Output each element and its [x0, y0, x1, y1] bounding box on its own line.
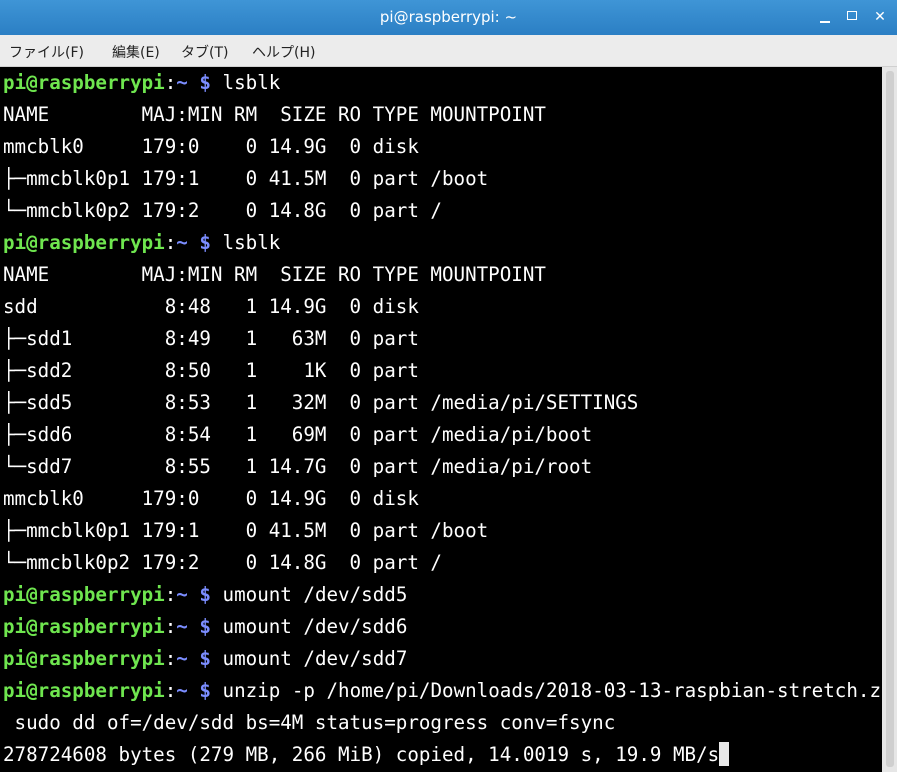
command-text: umount /dev/sdd5	[210, 583, 408, 606]
scrollbar[interactable]	[882, 67, 897, 772]
output-line: └─sdd7 8:55 1 14.7G 0 part /media/pi/roo…	[3, 451, 592, 483]
maximize-icon	[847, 11, 857, 20]
output-line: ├─sdd2 8:50 1 1K 0 part	[3, 355, 419, 387]
menu-bar: ファイル(F) 編集(E) タブ(T) ヘルプ(H)	[0, 35, 897, 67]
prompt-dir: ~	[176, 679, 188, 702]
prompt-user-host: pi@raspberrypi	[3, 583, 165, 606]
prompt-symbol: $	[199, 679, 211, 702]
minimize-icon	[820, 21, 830, 23]
prompt-user-host: pi@raspberrypi	[3, 615, 165, 638]
prompt-user-host: pi@raspberrypi	[3, 647, 165, 670]
command-line: pi@raspberrypi:~ $ lsblk	[3, 227, 280, 259]
output-text: ├─sdd6 8:54 1 69M 0 part /media/pi/boot	[3, 423, 593, 446]
terminal-window: pi@raspberrypi: ~ ✕ ファイル(F) 編集(E) タブ(T) …	[0, 0, 897, 772]
prompt-dir: ~	[176, 647, 188, 670]
output-text: NAME MAJ:MIN RM SIZE RO TYPE MOUNTPOINT	[3, 103, 546, 126]
prompt-colon: :	[164, 231, 177, 254]
command-text: unzip -p /home/pi/Downloads/2018-03-13-r…	[210, 679, 897, 702]
prompt-colon: :	[164, 615, 177, 638]
window-title: pi@raspberrypi: ~	[379, 8, 518, 26]
command-line: pi@raspberrypi:~ $ lsblk	[3, 67, 280, 99]
text-cursor	[719, 742, 730, 766]
output-line: mmcblk0 179:0 0 14.9G 0 disk	[3, 131, 419, 163]
output-text: └─sdd7 8:55 1 14.7G 0 part /media/pi/roo…	[3, 455, 593, 478]
output-text: mmcblk0 179:0 0 14.9G 0 disk	[3, 135, 419, 158]
output-line: NAME MAJ:MIN RM SIZE RO TYPE MOUNTPOINT	[3, 259, 546, 291]
prompt-dir: ~	[176, 615, 188, 638]
minimize-button[interactable]	[818, 10, 832, 24]
maximize-button[interactable]	[846, 10, 860, 24]
prompt-dir: ~	[176, 231, 188, 254]
output-line: NAME MAJ:MIN RM SIZE RO TYPE MOUNTPOINT	[3, 99, 546, 131]
output-text: NAME MAJ:MIN RM SIZE RO TYPE MOUNTPOINT	[3, 263, 546, 286]
command-line: pi@raspberrypi:~ $ umount /dev/sdd6	[3, 611, 407, 643]
output-line: 278724608 bytes (279 MB, 266 MiB) copied…	[3, 739, 730, 771]
menu-tab[interactable]: タブ(T)	[181, 42, 228, 62]
output-line: ├─mmcblk0p1 179:1 0 41.5M 0 part /boot	[3, 515, 488, 547]
prompt-colon: :	[164, 647, 177, 670]
output-text: sudo dd of=/dev/sdd bs=4M status=progres…	[3, 711, 616, 734]
output-line: ├─sdd6 8:54 1 69M 0 part /media/pi/boot	[3, 419, 592, 451]
output-text: ├─sdd2 8:50 1 1K 0 part	[3, 359, 419, 382]
output-line: mmcblk0 179:0 0 14.9G 0 disk	[3, 483, 419, 515]
close-icon: ✕	[874, 9, 886, 25]
output-text: ├─mmcblk0p1 179:1 0 41.5M 0 part /boot	[3, 167, 489, 190]
prompt-colon: :	[164, 71, 177, 94]
output-line: └─mmcblk0p2 179:2 0 14.8G 0 part /	[3, 195, 442, 227]
prompt-symbol: $	[199, 231, 211, 254]
output-text: sdd 8:48 1 14.9G 0 disk	[3, 295, 419, 318]
close-button[interactable]: ✕	[873, 10, 887, 24]
output-text: ├─sdd5 8:53 1 32M 0 part /media/pi/SETTI…	[3, 391, 639, 414]
output-text: 278724608 bytes (279 MB, 266 MiB) copied…	[3, 743, 720, 766]
prompt-symbol: $	[199, 583, 211, 606]
output-text: ├─mmcblk0p1 179:1 0 41.5M 0 part /boot	[3, 519, 489, 542]
output-text: └─mmcblk0p2 179:2 0 14.8G 0 part /	[3, 551, 442, 574]
output-text: └─mmcblk0p2 179:2 0 14.8G 0 part /	[3, 199, 442, 222]
command-text: lsblk	[210, 71, 281, 94]
prompt-dir: ~	[176, 71, 188, 94]
output-line: └─mmcblk0p2 179:2 0 14.8G 0 part /	[3, 547, 442, 579]
command-text: umount /dev/sdd6	[210, 615, 408, 638]
command-text: lsblk	[210, 231, 281, 254]
menu-file[interactable]: ファイル(F)	[9, 42, 84, 62]
output-line: ├─mmcblk0p1 179:1 0 41.5M 0 part /boot	[3, 163, 488, 195]
prompt-colon: :	[164, 679, 177, 702]
scrollbar-thumb[interactable]	[886, 71, 894, 767]
prompt-user-host: pi@raspberrypi	[3, 231, 165, 254]
prompt-user-host: pi@raspberrypi	[3, 71, 165, 94]
output-line: ├─sdd5 8:53 1 32M 0 part /media/pi/SETTI…	[3, 387, 638, 419]
prompt-symbol: $	[199, 647, 211, 670]
command-line: pi@raspberrypi:~ $ umount /dev/sdd7	[3, 643, 407, 675]
prompt-symbol: $	[199, 615, 211, 638]
output-line: ├─sdd1 8:49 1 63M 0 part	[3, 323, 419, 355]
menu-edit[interactable]: 編集(E)	[112, 42, 160, 62]
output-line: sdd 8:48 1 14.9G 0 disk	[3, 291, 419, 323]
command-line: pi@raspberrypi:~ $ umount /dev/sdd5	[3, 579, 407, 611]
command-text: umount /dev/sdd7	[210, 647, 408, 670]
output-line: sudo dd of=/dev/sdd bs=4M status=progres…	[3, 707, 616, 739]
menu-help[interactable]: ヘルプ(H)	[252, 42, 315, 62]
terminal-output[interactable]: pi@raspberrypi:~ $ lsblk NAME MAJ:MIN RM …	[0, 67, 897, 772]
prompt-colon: :	[164, 583, 177, 606]
prompt-symbol: $	[199, 71, 211, 94]
command-line: pi@raspberrypi:~ $ unzip -p /home/pi/Dow…	[3, 675, 897, 707]
output-text: mmcblk0 179:0 0 14.9G 0 disk	[3, 487, 419, 510]
title-bar[interactable]: pi@raspberrypi: ~ ✕	[0, 0, 897, 35]
prompt-user-host: pi@raspberrypi	[3, 679, 165, 702]
prompt-dir: ~	[176, 583, 188, 606]
output-text: ├─sdd1 8:49 1 63M 0 part	[3, 327, 419, 350]
